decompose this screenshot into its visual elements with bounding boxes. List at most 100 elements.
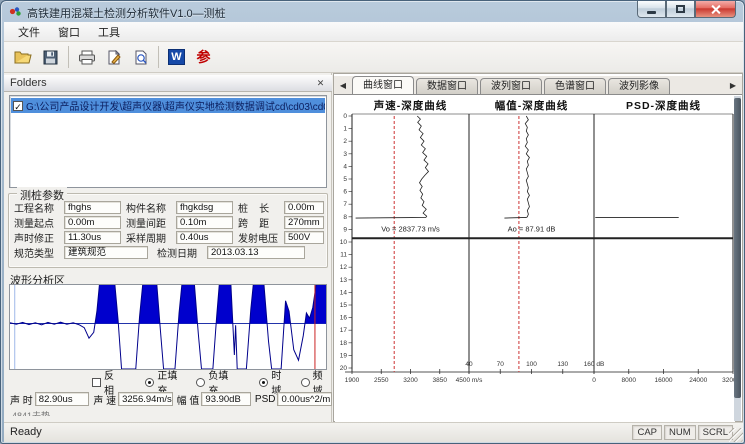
tab-scroll-left-icon[interactable]: ◀	[336, 79, 350, 93]
negative-fill-radio[interactable]	[196, 378, 205, 387]
param-field[interactable]: fhgkdsg	[176, 201, 233, 214]
sound-time-label: 声 时	[10, 392, 33, 407]
clipped-text: 4841去垫	[12, 409, 50, 416]
param-field[interactable]: fhghs	[64, 201, 121, 214]
status-text: Ready	[10, 426, 42, 438]
svg-text:0: 0	[343, 113, 347, 120]
tab-wavetrain-window[interactable]: 波列窗口	[480, 78, 542, 94]
param-field[interactable]: 11.30us	[64, 231, 121, 244]
svg-text:Vo = 2837.73 m/s: Vo = 2837.73 m/s	[381, 224, 440, 233]
maximize-button[interactable]	[666, 1, 695, 18]
toolbar-separator	[68, 46, 69, 68]
svg-text:1: 1	[343, 126, 347, 133]
invert-checkbox[interactable]	[92, 378, 101, 387]
chart-psd-depth: PSD-深度曲线08000160002400032000u	[592, 99, 735, 384]
svg-text:Ao = 87.91 dB: Ao = 87.91 dB	[508, 224, 556, 233]
svg-text:幅值-深度曲线: 幅值-深度曲线	[495, 99, 569, 112]
svg-text:9: 9	[343, 226, 347, 233]
svg-text:3200: 3200	[403, 377, 418, 384]
svg-text:1900: 1900	[345, 377, 360, 384]
tab-curve-window[interactable]: 曲线窗口	[352, 76, 414, 94]
panel-close-icon[interactable]	[314, 77, 327, 90]
menu-tools[interactable]: 工具	[90, 22, 128, 42]
param-label: 声时修正	[14, 230, 64, 245]
preview-magnifier-icon	[133, 50, 149, 65]
toolbar: W 参	[4, 42, 743, 73]
folders-panel: Folders ✓ G:\公司产品设计开发\超声仪器\超声仪实地检测数据调试cd…	[4, 73, 332, 422]
param-label: 测量起点	[14, 215, 64, 230]
menu-file[interactable]: 文件	[10, 22, 48, 42]
resize-grip[interactable]	[729, 428, 743, 442]
param-field[interactable]: 2013.03.13	[207, 246, 305, 259]
param-field[interactable]: 500V	[284, 231, 324, 244]
file-checkbox[interactable]: ✓	[13, 101, 23, 111]
sound-time-field[interactable]: 82.90us	[35, 392, 90, 406]
param-label: 跨 距	[238, 215, 284, 230]
print-preview-button[interactable]	[127, 45, 154, 70]
param-label: 测量间距	[126, 215, 176, 230]
word-export-button[interactable]: W	[163, 45, 190, 70]
param-field[interactable]: 建筑规范	[64, 246, 148, 259]
waveform-plot[interactable]	[9, 284, 327, 370]
svg-text:15: 15	[340, 302, 348, 309]
title-bar[interactable]: 高铁建用混凝土检测分析软件V1.0—测桩	[1, 1, 744, 22]
close-button[interactable]	[695, 1, 736, 18]
toolbar-separator	[158, 46, 159, 68]
open-file-button[interactable]	[10, 45, 37, 70]
svg-text:100: 100	[526, 361, 537, 368]
svg-text:12: 12	[340, 264, 348, 271]
sound-velocity-field[interactable]: 3256.94m/s	[118, 392, 173, 406]
minimize-icon	[647, 11, 656, 14]
file-list[interactable]: ✓ G:\公司产品设计开发\超声仪器\超声仪实地检测数据调试cd\cd03\cd…	[9, 95, 327, 188]
freq-domain-radio[interactable]	[301, 378, 310, 387]
positive-fill-radio[interactable]	[145, 378, 154, 387]
vertical-scrollbar[interactable]	[734, 96, 741, 421]
svg-text:17: 17	[340, 327, 348, 334]
param-field[interactable]: 270mm	[284, 216, 324, 229]
psd-field[interactable]: 0.00us^2/m	[277, 392, 332, 406]
parameter-button[interactable]: 参	[190, 45, 217, 70]
tab-spectrum-window[interactable]: 色谱窗口	[544, 78, 606, 94]
tab-strip: ◀ 曲线窗口 数据窗口 波列窗口 色谱窗口 波列影像 ▶	[334, 76, 742, 95]
svg-text:0: 0	[592, 377, 596, 384]
depth-charts-canvas: 01234567891011121314151617181920声速-深度曲线1…	[335, 96, 735, 392]
tab-scroll-right-icon[interactable]: ▶	[726, 79, 740, 93]
scrollbar-thumb[interactable]	[734, 98, 741, 398]
export-report-button[interactable]	[100, 45, 127, 70]
print-button[interactable]	[73, 45, 100, 70]
tab-wavetrain-image[interactable]: 波列影像	[608, 78, 670, 94]
svg-text:18: 18	[340, 340, 348, 347]
svg-text:16000: 16000	[654, 377, 672, 384]
svg-text:3850: 3850	[433, 377, 448, 384]
param-field[interactable]: 0.40us	[176, 231, 233, 244]
parameter-char-icon: 参	[197, 47, 211, 67]
param-field[interactable]: 0.10m	[176, 216, 233, 229]
page-pencil-icon	[106, 50, 122, 65]
save-file-button[interactable]	[37, 45, 64, 70]
minimize-button[interactable]	[637, 1, 666, 18]
svg-text:10: 10	[340, 239, 348, 246]
svg-text:40: 40	[465, 361, 473, 368]
close-icon	[710, 4, 721, 15]
param-field[interactable]: 0.00m	[284, 201, 324, 214]
status-bar: Ready CAP NUM SCRL	[4, 422, 743, 442]
svg-text:2: 2	[343, 138, 347, 145]
curves-window: ◀ 曲线窗口 数据窗口 波列窗口 色谱窗口 波列影像 ▶ 01234567891…	[333, 73, 743, 422]
param-label: 构件名称	[126, 200, 176, 215]
svg-text:13: 13	[340, 277, 348, 284]
menu-window[interactable]: 窗口	[50, 22, 88, 42]
svg-text:16: 16	[340, 315, 348, 322]
time-domain-radio[interactable]	[259, 378, 268, 387]
param-label: 工程名称	[14, 200, 64, 215]
amplitude-field[interactable]: 93.90dB	[201, 392, 251, 406]
client-area: Folders ✓ G:\公司产品设计开发\超声仪器\超声仪实地检测数据调试cd…	[4, 73, 743, 422]
app-window: 高铁建用混凝土检测分析软件V1.0—测桩 文件 窗口 工具	[0, 0, 745, 444]
param-field[interactable]: 0.00m	[64, 216, 121, 229]
folders-panel-header: Folders	[4, 75, 332, 92]
pile-params-groupbox: 测桩参数 工程名称 fhghs 构件名称 fhgkdsg 桩 长 0.00m 测…	[8, 193, 328, 268]
menu-bar: 文件 窗口 工具	[4, 22, 743, 42]
svg-text:2550: 2550	[374, 377, 389, 384]
svg-text:4: 4	[343, 163, 347, 170]
file-list-item[interactable]: ✓ G:\公司产品设计开发\超声仪器\超声仪实地检测数据调试cd\cd03\cd…	[11, 98, 325, 113]
tab-data-window[interactable]: 数据窗口	[416, 78, 478, 94]
